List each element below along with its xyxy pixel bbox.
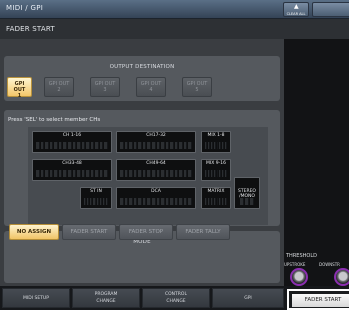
group-mix-9-16[interactable]: MIX 9-16 <box>201 159 231 181</box>
tab-label-line2: CHANGE <box>166 299 186 304</box>
group-mix-1-8[interactable]: MIX 1-8 <box>201 131 231 153</box>
group-ch-1-16[interactable]: CH 1-16 <box>32 131 112 153</box>
fader-start-mode-button[interactable]: FADER START <box>62 224 116 240</box>
group-label: DCA <box>151 189 161 194</box>
gpi-out-4-button[interactable]: GPI OUT 4 <box>136 77 166 97</box>
channel-select-instruction: Press 'SEL' to select member CHs <box>8 117 101 123</box>
tab-label: MIDI SETUP <box>23 296 49 301</box>
group-label: CH33-48 <box>62 161 82 166</box>
fader-stop-button[interactable]: FADER STOP <box>119 224 173 240</box>
group-ch-17-32[interactable]: CH17-32 <box>116 131 196 153</box>
group-dca[interactable]: DCA <box>116 187 196 209</box>
fader-tally-button[interactable]: FADER TALLY <box>176 224 230 240</box>
downstroke-knob[interactable] <box>334 268 349 286</box>
downstroke-label: DOWNSTR <box>319 262 340 267</box>
clear-all-label: CLEAR ALL <box>286 12 306 16</box>
main-panel: OUTPUT DESTINATION GPI OUT 1 GPI OUT 2 G… <box>0 39 284 286</box>
group-label: MATRIX <box>207 189 225 194</box>
output-destination-title: OUTPUT DESTINATION <box>109 64 175 70</box>
gpi-out-3-button[interactable]: GPI OUT 3 <box>90 77 120 97</box>
group-label: CH 1-16 <box>62 133 82 138</box>
gpi-out-1-number: 1 <box>17 93 22 99</box>
right-panel <box>284 39 349 286</box>
threshold-title: THRESHOLD <box>286 253 317 259</box>
close-button[interactable] <box>312 2 349 17</box>
output-destination-panel: OUTPUT DESTINATION GPI OUT 1 GPI OUT 2 G… <box>4 56 280 101</box>
clear-all-icon: ▲ <box>294 3 299 10</box>
group-stereo-mono[interactable]: STEREO /MONO <box>234 177 260 209</box>
group-matrix[interactable]: MATRIX <box>201 187 231 209</box>
gpi-out-4-number: 4 <box>149 87 153 93</box>
upstroke-label: UPSTROKE <box>284 262 306 267</box>
gpi-out-1-button[interactable]: GPI OUT 1 <box>7 77 32 99</box>
gpi-out-1-label: GPI OUT <box>13 81 26 93</box>
gpi-out-3-number: 3 <box>103 87 107 93</box>
clear-all-button[interactable]: ▲ CLEAR ALL <box>283 2 309 17</box>
tab-fader-start[interactable]: FADER START <box>292 294 349 307</box>
group-ch-49-64[interactable]: CH49-64 <box>116 159 196 181</box>
group-label: MIX 9-16 <box>206 161 226 166</box>
tab-program-change[interactable]: PROGRAM CHANGE <box>72 288 140 308</box>
gpi-out-2-number: 2 <box>57 87 61 93</box>
gpi-out-2-button[interactable]: GPI OUT 2 <box>44 77 74 97</box>
page-title: FADER START <box>6 25 55 33</box>
tab-control-change[interactable]: CONTROL CHANGE <box>142 288 210 308</box>
group-label: CH49-64 <box>146 161 166 166</box>
tab-label-line2: CHANGE <box>96 299 116 304</box>
midi-gpi-window: MIDI / GPI ▲ CLEAR ALL FADER START OUTPU… <box>0 0 349 310</box>
gpi-out-5-number: 5 <box>195 87 199 93</box>
tab-label: GPI <box>244 296 252 301</box>
group-label: MIX 1-8 <box>207 133 225 138</box>
title-bar: MIDI / GPI ▲ CLEAR ALL <box>0 0 349 19</box>
gpi-out-5-button[interactable]: GPI OUT 5 <box>182 77 212 97</box>
window-title: MIDI / GPI <box>6 4 44 12</box>
group-ch-33-48[interactable]: CH33-48 <box>32 159 112 181</box>
no-assign-button[interactable]: NO ASSIGN <box>9 224 59 240</box>
group-label: ST IN <box>90 189 102 194</box>
tab-midi-setup[interactable]: MIDI SETUP <box>2 288 70 308</box>
tab-gpi[interactable]: GPI <box>212 288 284 308</box>
fader-start-tab-highlight: FADER START <box>287 289 349 310</box>
tab-label: CONTROL <box>165 292 187 297</box>
upstroke-knob[interactable] <box>290 268 308 286</box>
group-st-in[interactable]: ST IN <box>80 187 112 209</box>
tab-label: PROGRAM <box>94 292 118 297</box>
channel-select-panel: Press 'SEL' to select member CHs CH 1-16… <box>4 110 280 226</box>
group-label: CH17-32 <box>146 133 166 138</box>
page-header: FADER START <box>0 19 349 39</box>
